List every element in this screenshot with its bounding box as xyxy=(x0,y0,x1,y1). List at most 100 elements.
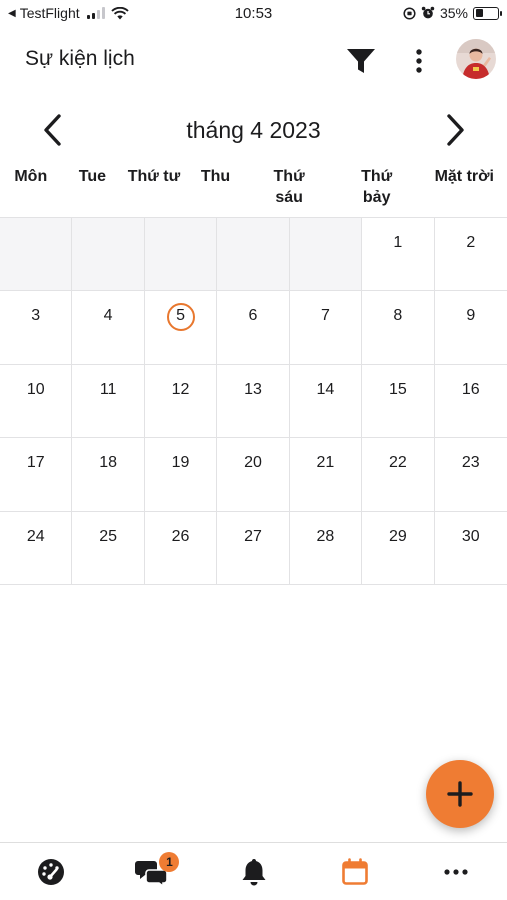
day-cell[interactable]: 28 xyxy=(289,511,363,585)
day-number: 20 xyxy=(244,454,262,472)
weekday-header-row: Môn Tue Thứ tư Thu Thứ sáu Thứ bảy Mặt t… xyxy=(0,166,507,208)
weekday-label: Môn xyxy=(14,168,48,185)
day-number: 11 xyxy=(99,380,117,398)
tab-messages[interactable]: 1 xyxy=(101,843,202,900)
day-cell[interactable]: 12 xyxy=(144,364,218,439)
more-vertical-icon xyxy=(416,49,422,73)
unread-badge: 1 xyxy=(159,852,180,872)
more-horizontal-icon xyxy=(444,869,468,875)
plus-icon xyxy=(447,781,473,807)
day-cell[interactable]: 6 xyxy=(217,291,290,365)
day-cell[interactable]: 22 xyxy=(362,438,435,512)
day-number: 25 xyxy=(99,527,118,545)
day-number: 22 xyxy=(388,454,407,472)
day-number: 9 xyxy=(466,307,476,325)
add-event-button[interactable] xyxy=(426,760,494,828)
weekday-label: Tue xyxy=(78,168,106,185)
day-cell[interactable]: 2 xyxy=(434,218,507,292)
day-cell[interactable]: 23 xyxy=(434,438,507,512)
avatar[interactable] xyxy=(456,39,496,79)
day-number: 29 xyxy=(388,527,407,545)
day-cell[interactable]: 9 xyxy=(434,291,507,365)
filter-icon xyxy=(347,49,375,73)
day-cell[interactable]: 24 xyxy=(0,511,73,585)
day-cell[interactable]: 11 xyxy=(72,364,145,439)
day-number: 17 xyxy=(26,454,45,472)
day-number: 3 xyxy=(31,307,41,325)
tab-dashboard[interactable] xyxy=(0,843,101,900)
empty-day-cell xyxy=(217,218,290,292)
calendar-icon xyxy=(342,858,368,885)
next-month-button[interactable] xyxy=(438,110,470,150)
day-number: 28 xyxy=(316,527,335,545)
day-number: 23 xyxy=(461,454,480,472)
day-number: 1 xyxy=(393,234,403,251)
tab-more[interactable] xyxy=(406,843,507,900)
battery-icon xyxy=(473,6,502,20)
day-cell[interactable]: 16 xyxy=(434,365,507,439)
page-title: Sự kiện lịch xyxy=(25,47,135,70)
today-day-number: 5 xyxy=(176,307,186,325)
month-navigation: tháng 4 2023 xyxy=(0,108,507,152)
day-cell[interactable]: 20 xyxy=(217,438,290,512)
app-header: Sự kiện lịch xyxy=(0,30,507,90)
day-cell[interactable]: 29 xyxy=(362,511,435,585)
day-number: 2 xyxy=(466,234,476,251)
calendar-grid: 1 2 3 4 5 6 7 8 9 10 11 12 13 14 15 16 17 18 19 20 21 22 23 24 2… xyxy=(0,217,507,585)
day-number: 4 xyxy=(103,307,113,325)
day-cell[interactable]: 27 xyxy=(217,511,290,585)
weekday-label: Thứ sáu xyxy=(273,168,305,206)
chevron-right-icon xyxy=(447,114,464,146)
day-cell[interactable]: 1 xyxy=(362,218,435,292)
day-cell[interactable]: 3 xyxy=(0,291,73,365)
day-number: 14 xyxy=(316,380,335,398)
battery-fill xyxy=(475,9,483,17)
day-cell[interactable]: 15 xyxy=(362,364,435,439)
battery-percent: 35% xyxy=(439,5,468,21)
weekday-label: Thứ bảy xyxy=(361,168,393,206)
day-cell[interactable]: 4 xyxy=(72,291,145,365)
day-number: 8 xyxy=(393,307,403,325)
tab-notifications[interactable] xyxy=(203,843,304,900)
day-cell[interactable]: 5 xyxy=(144,291,218,365)
weekday-label: Thứ tư xyxy=(127,168,181,185)
tab-calendar[interactable] xyxy=(304,843,405,900)
day-number: 6 xyxy=(248,307,258,325)
day-cell[interactable]: 21 xyxy=(289,438,363,512)
day-number: 18 xyxy=(99,454,118,472)
bottom-tab-bar: 1 xyxy=(0,842,507,900)
day-number: 16 xyxy=(461,380,480,398)
day-cell[interactable]: 13 xyxy=(217,364,290,439)
day-cell[interactable]: 19 xyxy=(144,438,218,512)
dashboard-icon xyxy=(37,859,64,885)
empty-day-cell xyxy=(72,218,145,292)
day-number: 7 xyxy=(320,307,330,325)
weekday-label: Mặt trời xyxy=(434,168,494,185)
day-cell[interactable]: 8 xyxy=(362,291,435,365)
day-number: 30 xyxy=(461,527,480,545)
more-options-button[interactable] xyxy=(408,44,430,78)
day-cell[interactable]: 17 xyxy=(0,438,73,512)
day-number: 15 xyxy=(388,380,407,398)
day-number: 26 xyxy=(171,527,190,545)
day-cell[interactable]: 18 xyxy=(72,438,145,512)
empty-day-cell xyxy=(144,218,218,292)
bell-icon xyxy=(242,859,266,886)
day-cell[interactable]: 30 xyxy=(434,512,507,585)
alarm-icon xyxy=(421,6,435,19)
day-cell[interactable]: 25 xyxy=(72,511,145,585)
status-right: 35% xyxy=(403,5,502,21)
empty-day-cell xyxy=(289,218,363,292)
month-title: tháng 4 2023 xyxy=(186,117,321,143)
day-number: 12 xyxy=(171,380,190,398)
weekday-label: Thu xyxy=(200,168,231,185)
filter-button[interactable] xyxy=(344,44,378,78)
day-cell[interactable]: 26 xyxy=(144,511,218,585)
status-bar: ◀ TestFlight 10:53 35% xyxy=(0,0,507,28)
empty-day-cell xyxy=(0,218,73,292)
day-cell[interactable]: 14 xyxy=(289,364,363,439)
orientation-lock-icon xyxy=(403,6,416,20)
day-cell[interactable]: 10 xyxy=(0,364,73,439)
day-number: 21 xyxy=(316,454,335,472)
day-cell[interactable]: 7 xyxy=(289,291,363,365)
